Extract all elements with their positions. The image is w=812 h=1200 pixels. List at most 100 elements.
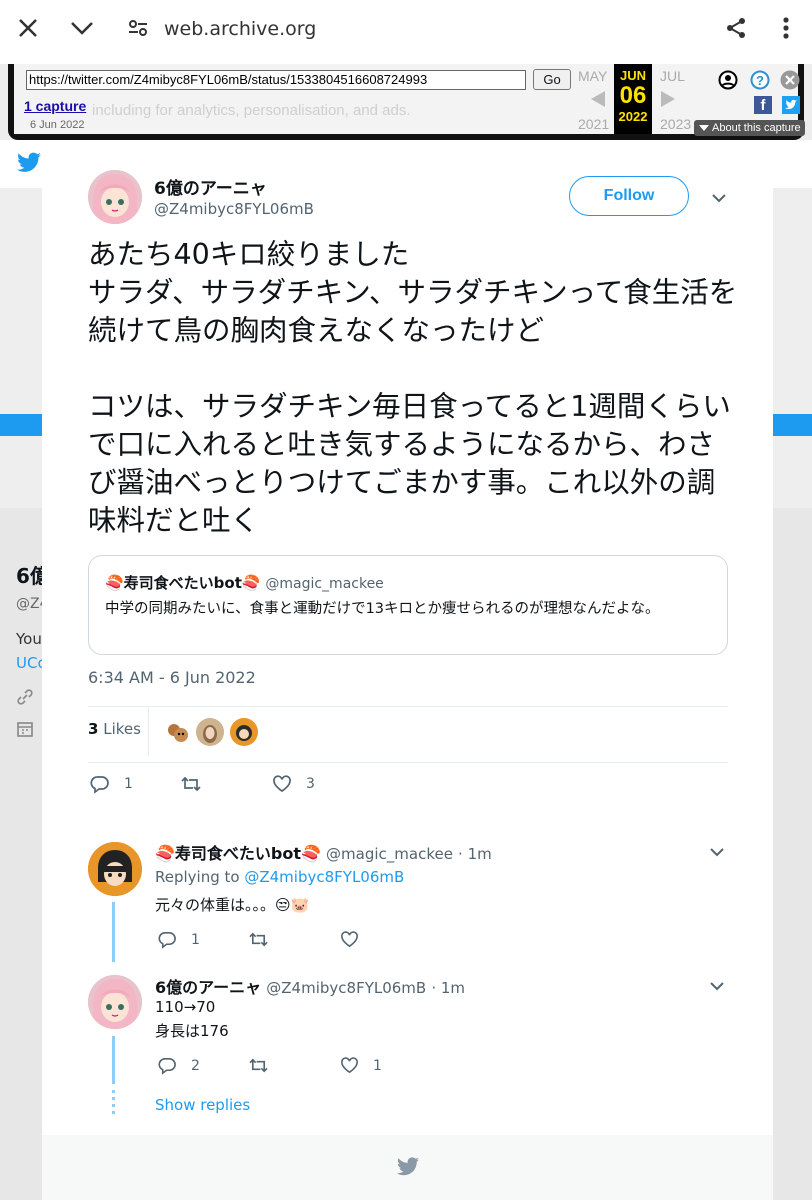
reply-author-name[interactable]: 6億のアーニャ xyxy=(155,978,261,997)
help-icon[interactable]: ? xyxy=(750,70,770,94)
like-action[interactable]: 3 xyxy=(272,774,315,794)
about-capture-label: About this capture xyxy=(712,122,801,134)
reply-author-handle[interactable]: @magic_mackee xyxy=(326,845,453,863)
reply-icon xyxy=(158,1058,176,1075)
reply-author-name[interactable]: 🍣寿司食べたいbot🍣 xyxy=(155,844,321,863)
current-day: 06 xyxy=(619,82,647,109)
twitter-share-icon[interactable] xyxy=(782,96,800,114)
calendar-icon xyxy=(16,720,34,743)
reply-text: 元々の体重は。。。😒🐷 xyxy=(155,896,310,914)
reply-action[interactable]: 1 xyxy=(90,774,133,794)
facebook-icon[interactable]: f xyxy=(754,96,772,114)
about-capture-button[interactable]: About this capture xyxy=(694,120,805,136)
quoted-text: 中学の同期みたいに、食事と運動だけで13キロとか痩せられるのが理想なんだよな。 xyxy=(105,601,660,617)
replying-to: Replying to @Z4mibyc8FYL06mB xyxy=(155,868,404,886)
divider xyxy=(88,706,728,707)
reply-menu-chevron-icon[interactable] xyxy=(707,976,727,996)
show-replies-link[interactable]: Show replies xyxy=(155,1096,250,1114)
liker-avatar[interactable] xyxy=(196,718,224,746)
modal-footer xyxy=(42,1135,773,1200)
next-year[interactable]: 2023 xyxy=(660,116,691,132)
user-icon[interactable] xyxy=(718,70,738,94)
author-avatar[interactable] xyxy=(88,170,142,224)
replying-to-link[interactable]: @Z4mibyc8FYL06mB xyxy=(244,868,404,886)
prev-month[interactable]: MAY xyxy=(578,68,607,84)
reply-header: 6億のアーニャ @Z4mibyc8FYL06mB · 1m xyxy=(155,974,465,998)
like-count: 3 xyxy=(306,776,315,792)
chevron-down-icon[interactable] xyxy=(64,10,100,46)
reply-count: 1 xyxy=(124,776,133,792)
quoted-header: 🍣寿司食べたいbot🍣 @magic_mackee xyxy=(105,572,384,593)
reply-action[interactable]: 1 xyxy=(158,930,200,949)
address-bar[interactable]: web.archive.org xyxy=(164,18,316,40)
thread-line xyxy=(112,902,115,962)
tweet-timestamp[interactable]: 6:34 AM - 6 Jun 2022 xyxy=(88,668,256,687)
reply-avatar[interactable] xyxy=(88,842,142,896)
wayback-toolbar: including for analytics, personalisation… xyxy=(8,64,805,140)
next-month[interactable]: JUL xyxy=(660,68,685,84)
site-settings-icon[interactable] xyxy=(120,10,156,46)
divider-vertical xyxy=(148,706,149,756)
current-month: JUN xyxy=(619,68,646,83)
like-count: 1 xyxy=(373,1057,382,1074)
retweet-action[interactable] xyxy=(248,930,269,949)
browser-toolbar: web.archive.org xyxy=(0,0,812,64)
reply-icon xyxy=(158,932,176,949)
heart-icon xyxy=(341,931,358,948)
more-options-icon[interactable] xyxy=(768,10,804,46)
prev-arrow-icon[interactable] xyxy=(590,90,606,112)
background-profile-bio: You xyxy=(16,630,42,648)
quoted-author-handle: @magic_mackee xyxy=(265,576,384,592)
follow-button[interactable]: Follow xyxy=(569,176,689,216)
heart-icon xyxy=(341,1057,358,1074)
current-year: 2022 xyxy=(618,109,648,124)
close-toolbar-icon[interactable] xyxy=(780,70,800,94)
reply-count: 1 xyxy=(191,931,200,948)
wayback-url-input[interactable]: https://twitter.com/Z4mibyc8FYL06mB/stat… xyxy=(26,70,526,90)
retweet-icon xyxy=(249,932,268,947)
cookie-banner-text: including for analytics, personalisation… xyxy=(92,102,411,119)
twitter-bird-icon xyxy=(16,152,42,178)
caret-down-icon xyxy=(699,125,709,131)
like-action[interactable] xyxy=(340,930,373,949)
reply-author-handle[interactable]: @Z4mibyc8FYL06mB xyxy=(266,979,426,997)
reply-menu-chevron-icon[interactable] xyxy=(707,842,727,862)
heart-icon xyxy=(273,775,291,793)
author-handle[interactable]: @Z4mibyc8FYL06mB xyxy=(154,200,314,218)
go-button[interactable]: Go xyxy=(533,69,571,90)
retweet-action[interactable] xyxy=(180,774,202,794)
thread-dots xyxy=(112,1090,115,1116)
likes-summary[interactable]: 3 Likes xyxy=(88,720,141,738)
reply-time[interactable]: · 1m xyxy=(458,845,492,863)
next-arrow-icon[interactable] xyxy=(660,90,676,112)
svg-text:?: ? xyxy=(756,73,764,88)
section-gap xyxy=(42,816,773,826)
retweet-icon xyxy=(249,1058,268,1073)
capture-date: 6 Jun 2022 xyxy=(30,119,85,131)
reply-action[interactable]: 2 xyxy=(158,1056,200,1075)
retweet-action[interactable] xyxy=(248,1056,269,1075)
liker-avatar[interactable] xyxy=(230,718,258,746)
author-name[interactable]: 6億のアーニャ xyxy=(154,174,267,199)
like-action[interactable]: 1 xyxy=(340,1056,382,1075)
likes-label: Likes xyxy=(103,720,141,738)
tweet-menu-chevron-icon[interactable] xyxy=(709,188,729,208)
reply-avatar[interactable] xyxy=(88,975,142,1029)
tweet-modal: 6億のアーニャ @Z4mibyc8FYL06mB Follow あたち40キロ絞… xyxy=(42,140,773,1200)
captures-link[interactable]: 1 capture xyxy=(24,98,86,114)
liker-avatar[interactable] xyxy=(164,718,192,746)
reply-time[interactable]: · 1m xyxy=(431,979,465,997)
reply-count: 2 xyxy=(191,1057,200,1074)
share-icon[interactable] xyxy=(718,10,754,46)
prev-year[interactable]: 2021 xyxy=(578,116,609,132)
reply-text-line: 身長は176 xyxy=(155,1022,229,1040)
retweet-icon xyxy=(181,776,201,792)
current-capture: JUN 06 2022 xyxy=(614,64,652,134)
close-icon[interactable] xyxy=(10,10,46,46)
replying-prefix: Replying to xyxy=(155,868,240,886)
twitter-bird-icon xyxy=(396,1157,420,1181)
reply-header: 🍣寿司食べたいbot🍣 @magic_mackee · 1m xyxy=(155,840,492,864)
link-icon xyxy=(16,688,34,711)
quoted-tweet[interactable]: 🍣寿司食べたいbot🍣 @magic_mackee 中学の同期みたいに、食事と運… xyxy=(88,555,728,655)
likes-count: 3 xyxy=(88,720,99,738)
